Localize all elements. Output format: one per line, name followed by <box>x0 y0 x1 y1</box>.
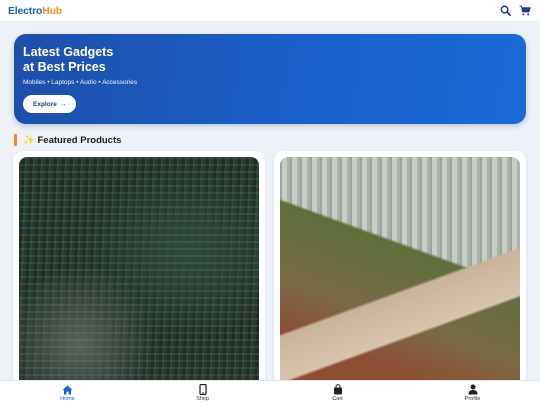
header-actions <box>498 4 532 18</box>
arrow-right-icon: → <box>59 100 67 108</box>
section-accent-bar <box>14 134 17 146</box>
hero-banner: Latest Gadgets at Best Prices Mobiles • … <box>14 34 526 124</box>
product-image <box>280 157 520 391</box>
featured-title-text: Featured Products <box>37 134 122 146</box>
explore-button[interactable]: Explore → <box>23 95 77 113</box>
app-header: ElectroHub <box>0 0 540 22</box>
logo-part-hub: Hub <box>42 4 63 17</box>
bottom-navigation: Home Shop Cart Profile <box>0 380 540 405</box>
nav-label-home: Home <box>60 396 75 402</box>
nav-label-cart: Cart <box>332 396 343 402</box>
cart-icon[interactable] <box>518 4 532 18</box>
hero-subtitle: Mobiles • Laptops • Audio • Accessories <box>23 79 138 86</box>
hero-title-line1: Latest Gadgets <box>23 45 114 59</box>
home-icon <box>62 384 74 395</box>
featured-title: ✨ Featured Products <box>23 135 121 146</box>
nav-item-home[interactable]: Home <box>0 381 135 405</box>
product-card[interactable] <box>13 151 265 391</box>
logo-part-electro: Electro <box>8 4 43 17</box>
product-image <box>19 157 259 391</box>
nav-label-shop: Shop <box>196 396 209 402</box>
hero-title-line2: at Best Prices <box>23 60 106 74</box>
nav-label-profile: Profile <box>464 396 481 402</box>
hero-title: Latest Gadgets at Best Prices <box>23 45 517 75</box>
sparkles-icon: ✨ <box>23 134 35 146</box>
search-icon[interactable] <box>498 4 512 18</box>
featured-section-header: ✨ Featured Products <box>14 133 121 147</box>
product-card[interactable] <box>274 151 526 391</box>
phone-icon <box>197 384 209 395</box>
explore-button-label: Explore <box>33 100 57 108</box>
nav-item-shop[interactable]: Shop <box>135 381 270 405</box>
nav-item-profile[interactable]: Profile <box>405 381 540 405</box>
nav-item-cart[interactable]: Cart <box>270 381 405 405</box>
bag-icon <box>332 384 344 395</box>
person-icon <box>467 384 479 395</box>
app-logo[interactable]: ElectroHub <box>8 5 62 17</box>
